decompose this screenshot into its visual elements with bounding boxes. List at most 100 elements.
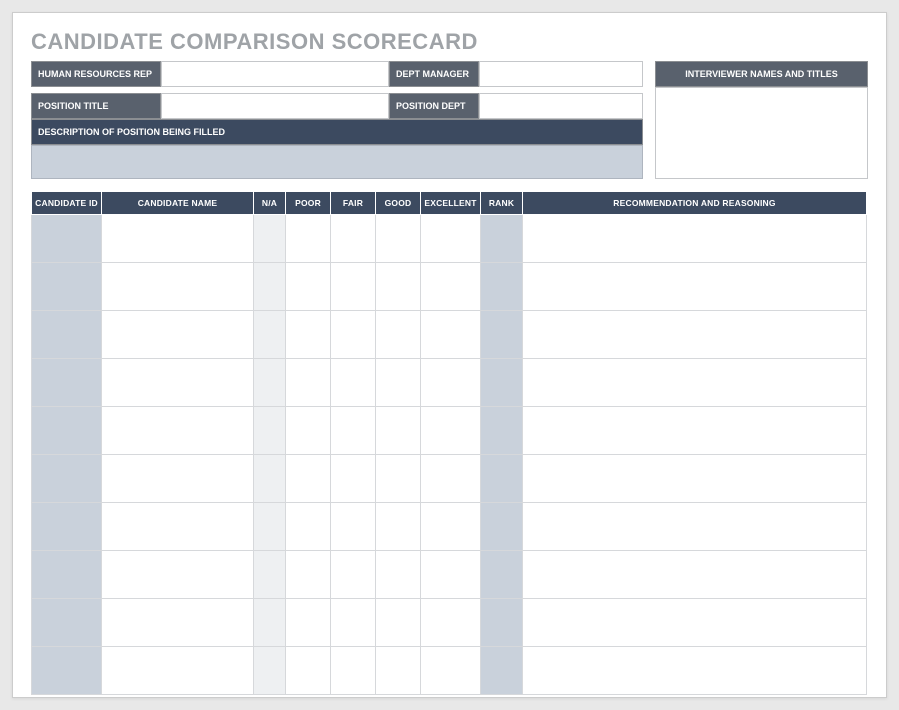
- cell-fair[interactable]: [331, 551, 376, 599]
- cell-rank[interactable]: [481, 215, 523, 263]
- position-dept-input[interactable]: [479, 93, 643, 119]
- cell-poor[interactable]: [286, 311, 331, 359]
- cell-candidate-id[interactable]: [32, 551, 102, 599]
- cell-recommendation[interactable]: [523, 359, 867, 407]
- cell-recommendation[interactable]: [523, 551, 867, 599]
- cell-fair[interactable]: [331, 311, 376, 359]
- cell-excellent[interactable]: [421, 311, 481, 359]
- cell-candidate-id[interactable]: [32, 455, 102, 503]
- header-poor: POOR: [286, 192, 331, 215]
- cell-fair[interactable]: [331, 359, 376, 407]
- cell-good[interactable]: [376, 503, 421, 551]
- cell-candidate-name[interactable]: [102, 359, 254, 407]
- cell-na[interactable]: [254, 647, 286, 695]
- cell-good[interactable]: [376, 599, 421, 647]
- cell-rank[interactable]: [481, 311, 523, 359]
- cell-good[interactable]: [376, 407, 421, 455]
- cell-poor[interactable]: [286, 551, 331, 599]
- cell-fair[interactable]: [331, 647, 376, 695]
- cell-candidate-name[interactable]: [102, 551, 254, 599]
- cell-poor[interactable]: [286, 263, 331, 311]
- cell-candidate-name[interactable]: [102, 455, 254, 503]
- cell-rank[interactable]: [481, 359, 523, 407]
- description-input[interactable]: [31, 145, 643, 179]
- cell-fair[interactable]: [331, 407, 376, 455]
- cell-candidate-name[interactable]: [102, 599, 254, 647]
- cell-na[interactable]: [254, 599, 286, 647]
- cell-na[interactable]: [254, 455, 286, 503]
- cell-recommendation[interactable]: [523, 647, 867, 695]
- cell-rank[interactable]: [481, 551, 523, 599]
- cell-excellent[interactable]: [421, 215, 481, 263]
- cell-candidate-id[interactable]: [32, 311, 102, 359]
- position-title-label: POSITION TITLE: [31, 93, 161, 119]
- cell-candidate-name[interactable]: [102, 263, 254, 311]
- cell-good[interactable]: [376, 359, 421, 407]
- cell-rank[interactable]: [481, 407, 523, 455]
- cell-na[interactable]: [254, 215, 286, 263]
- cell-candidate-id[interactable]: [32, 503, 102, 551]
- cell-candidate-id[interactable]: [32, 263, 102, 311]
- cell-excellent[interactable]: [421, 407, 481, 455]
- cell-candidate-id[interactable]: [32, 215, 102, 263]
- cell-poor[interactable]: [286, 599, 331, 647]
- cell-na[interactable]: [254, 311, 286, 359]
- cell-rank[interactable]: [481, 263, 523, 311]
- cell-good[interactable]: [376, 647, 421, 695]
- hr-rep-input[interactable]: [161, 61, 389, 87]
- cell-poor[interactable]: [286, 503, 331, 551]
- cell-poor[interactable]: [286, 455, 331, 503]
- cell-fair[interactable]: [331, 599, 376, 647]
- table-row: [32, 215, 867, 263]
- cell-good[interactable]: [376, 215, 421, 263]
- cell-na[interactable]: [254, 263, 286, 311]
- cell-rank[interactable]: [481, 647, 523, 695]
- interviewer-input[interactable]: [655, 87, 868, 179]
- cell-poor[interactable]: [286, 359, 331, 407]
- cell-recommendation[interactable]: [523, 455, 867, 503]
- cell-candidate-name[interactable]: [102, 215, 254, 263]
- cell-candidate-name[interactable]: [102, 407, 254, 455]
- cell-rank[interactable]: [481, 455, 523, 503]
- cell-excellent[interactable]: [421, 647, 481, 695]
- cell-candidate-name[interactable]: [102, 647, 254, 695]
- cell-na[interactable]: [254, 407, 286, 455]
- header-fair: FAIR: [331, 192, 376, 215]
- cell-excellent[interactable]: [421, 599, 481, 647]
- cell-candidate-id[interactable]: [32, 647, 102, 695]
- cell-recommendation[interactable]: [523, 311, 867, 359]
- cell-good[interactable]: [376, 455, 421, 503]
- cell-candidate-id[interactable]: [32, 407, 102, 455]
- cell-rank[interactable]: [481, 503, 523, 551]
- cell-na[interactable]: [254, 503, 286, 551]
- cell-recommendation[interactable]: [523, 599, 867, 647]
- cell-good[interactable]: [376, 263, 421, 311]
- cell-excellent[interactable]: [421, 263, 481, 311]
- cell-poor[interactable]: [286, 647, 331, 695]
- cell-fair[interactable]: [331, 455, 376, 503]
- position-title-input[interactable]: [161, 93, 389, 119]
- cell-excellent[interactable]: [421, 359, 481, 407]
- cell-recommendation[interactable]: [523, 503, 867, 551]
- cell-recommendation[interactable]: [523, 215, 867, 263]
- cell-excellent[interactable]: [421, 551, 481, 599]
- cell-recommendation[interactable]: [523, 263, 867, 311]
- cell-fair[interactable]: [331, 263, 376, 311]
- cell-na[interactable]: [254, 359, 286, 407]
- cell-fair[interactable]: [331, 215, 376, 263]
- cell-candidate-name[interactable]: [102, 311, 254, 359]
- cell-rank[interactable]: [481, 599, 523, 647]
- cell-candidate-name[interactable]: [102, 503, 254, 551]
- dept-manager-input[interactable]: [479, 61, 643, 87]
- cell-good[interactable]: [376, 551, 421, 599]
- cell-recommendation[interactable]: [523, 407, 867, 455]
- cell-excellent[interactable]: [421, 455, 481, 503]
- cell-good[interactable]: [376, 311, 421, 359]
- cell-fair[interactable]: [331, 503, 376, 551]
- cell-poor[interactable]: [286, 407, 331, 455]
- cell-candidate-id[interactable]: [32, 359, 102, 407]
- cell-poor[interactable]: [286, 215, 331, 263]
- cell-na[interactable]: [254, 551, 286, 599]
- cell-excellent[interactable]: [421, 503, 481, 551]
- cell-candidate-id[interactable]: [32, 599, 102, 647]
